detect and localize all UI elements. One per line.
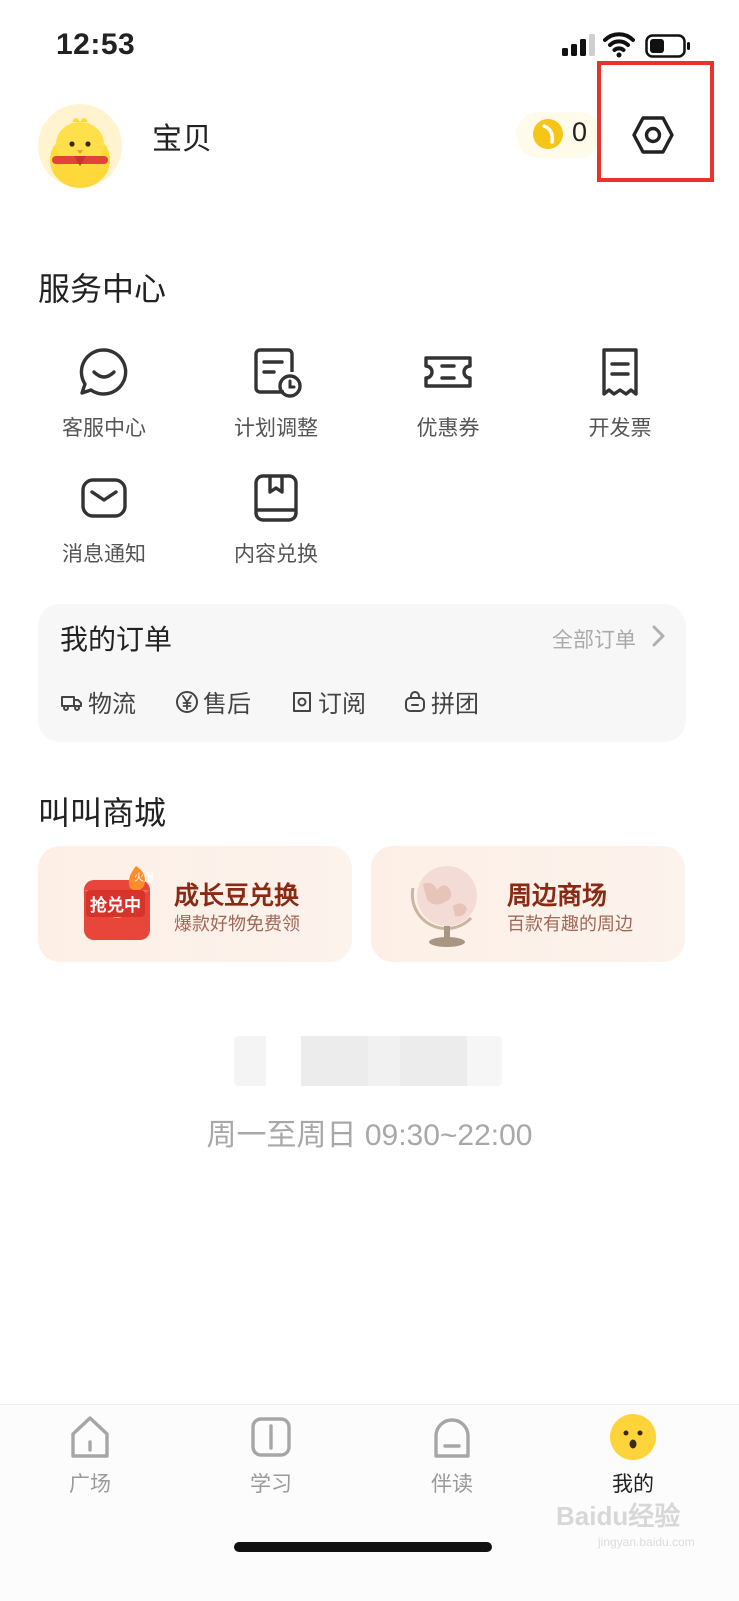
orders-title: 我的订单 — [60, 623, 173, 656]
service-item-plan-adjust[interactable]: 计划调整 — [190, 342, 362, 442]
service-item-invoice[interactable]: 开发票 — [534, 342, 706, 442]
coin-count: 0 — [572, 117, 588, 147]
promo-badge: 抢兑中 — [86, 890, 145, 917]
subscribe-icon — [293, 691, 311, 712]
tab-mine[interactable]: 我的 — [573, 1412, 693, 1498]
order-subscription[interactable]: 订阅 — [290, 684, 366, 719]
bag-icon — [405, 690, 425, 712]
service-label: 客服中心 — [62, 416, 146, 440]
yen-icon — [176, 690, 198, 713]
all-orders-link[interactable]: 全部订单 — [552, 624, 636, 654]
tab-label: 伴读 — [431, 1472, 473, 1496]
schedule-icon — [254, 348, 302, 398]
chat-icon — [79, 348, 128, 396]
service-item-customer-service[interactable]: 客服中心 — [18, 342, 190, 442]
watermark-url: jingyan.baidu.com — [598, 1535, 695, 1549]
truck-icon — [61, 695, 82, 711]
signal-icon — [562, 34, 595, 56]
hot-tag: 火爆 — [134, 873, 154, 884]
order-logistics[interactable]: 物流 — [60, 684, 136, 719]
service-hours: 周一至周日 09:30~22:00 — [206, 1119, 533, 1152]
avatar[interactable] — [38, 104, 122, 188]
service-label: 消息通知 — [62, 542, 146, 566]
companion-icon — [434, 1418, 470, 1458]
chevron-right-icon[interactable] — [650, 624, 668, 648]
home-indicator[interactable] — [234, 1542, 492, 1552]
battery-icon — [645, 34, 690, 58]
profile-face-icon — [610, 1414, 656, 1460]
service-center-title: 服务中心 — [38, 270, 167, 308]
mall-title: 叫叫商城 — [38, 794, 167, 832]
order-after-sales[interactable]: 售后 — [175, 684, 251, 719]
book-icon — [251, 1417, 291, 1457]
order-label: 物流 — [88, 690, 136, 718]
coupon-icon — [424, 356, 472, 388]
order-label: 拼团 — [431, 690, 479, 718]
service-item-coupon[interactable]: 优惠券 — [362, 342, 534, 442]
mall-card-points-exchange[interactable]: 抢兑中 火爆 成长豆兑换 爆款好物免费领 — [38, 846, 352, 962]
invoice-icon — [602, 348, 638, 396]
chick-avatar-icon — [50, 118, 110, 188]
redacted-phone-number — [234, 1036, 502, 1086]
order-label: 订阅 — [318, 690, 366, 718]
tab-square[interactable]: 广场 — [30, 1412, 150, 1498]
mall-card-title: 成长豆兑换 — [174, 881, 300, 910]
globe-icon — [410, 866, 477, 947]
tab-label: 我的 — [612, 1472, 654, 1496]
service-item-notifications[interactable]: 消息通知 — [18, 468, 190, 568]
tab-companion-reading[interactable]: 伴读 — [392, 1412, 512, 1498]
home-icon — [71, 1416, 109, 1458]
username: 宝贝 — [152, 122, 212, 157]
coin-icon — [533, 119, 563, 149]
status-time: 12:53 — [56, 28, 136, 61]
tab-study[interactable]: 学习 — [211, 1412, 331, 1498]
wifi-icon — [603, 32, 635, 58]
order-group-buy[interactable]: 拼团 — [403, 684, 479, 719]
tab-label: 广场 — [69, 1472, 111, 1496]
mall-card-subtitle: 百款有趣的周边 — [507, 914, 633, 935]
mall-card-merch-store[interactable]: 周边商场 百款有趣的周边 — [371, 846, 685, 962]
mall-card-title: 周边商场 — [507, 881, 608, 910]
service-label: 优惠券 — [416, 416, 480, 440]
watermark-logo: Baidu经验 — [556, 1501, 681, 1531]
annotation-highlight-box — [597, 61, 714, 182]
service-label: 计划调整 — [234, 416, 318, 440]
service-item-content-redeem[interactable]: 内容兑换 — [190, 468, 362, 568]
mail-icon — [81, 478, 127, 518]
mall-card-subtitle: 爆款好物免费领 — [174, 914, 300, 935]
service-label: 内容兑换 — [234, 542, 318, 566]
redeem-box-icon — [254, 474, 298, 522]
tab-label: 学习 — [250, 1472, 292, 1496]
order-label: 售后 — [203, 690, 251, 718]
service-label: 开发票 — [588, 416, 652, 440]
